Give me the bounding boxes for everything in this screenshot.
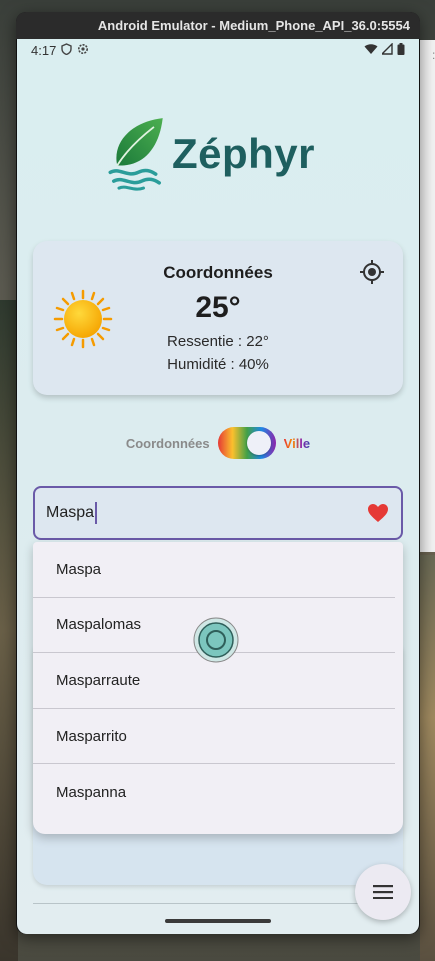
cell-signal-icon — [380, 41, 393, 58]
phone-screen: 4:17 Zéphyr Coordonnées 25° Ressentie: … — [17, 39, 419, 934]
divider — [33, 903, 403, 904]
toggle-knob — [246, 431, 271, 455]
menu-fab-button[interactable] — [355, 864, 411, 920]
touch-indicator-icon — [193, 617, 239, 663]
settings-gear-icon — [77, 43, 89, 57]
my-location-icon[interactable] — [359, 259, 385, 285]
app-name: Zéphyr — [171, 130, 315, 177]
favorite-heart-icon[interactable] — [367, 503, 389, 523]
weather-temperature: 25° — [195, 291, 241, 324]
leaf-wave-icon — [108, 118, 163, 191]
toggle-label-coordinates[interactable]: Coordonnées — [126, 436, 210, 451]
suggestions-dropdown: Maspa Maspalomas Masparraute Masparrito … — [33, 542, 403, 834]
emulator-window: Android Emulator - Medium_Phone_API_36.0… — [16, 12, 420, 934]
city-search-input[interactable]: Maspa — [33, 486, 403, 540]
suggestion-item[interactable]: Masparrito — [33, 709, 395, 765]
battery-icon — [397, 42, 405, 58]
wifi-icon — [364, 43, 378, 58]
weather-feels-like: Ressentie : 22° — [167, 333, 269, 350]
status-bar: 4:17 — [17, 39, 419, 61]
desktop-background-right — [420, 555, 435, 961]
gesture-nav-handle[interactable] — [165, 919, 271, 923]
text-cursor — [95, 502, 97, 524]
window-title: Android Emulator - Medium_Phone_API_36.0… — [97, 18, 410, 33]
menu-icon — [373, 885, 393, 899]
background-window: : — [420, 40, 435, 552]
suggestion-item[interactable]: Maspa — [33, 542, 395, 598]
search-input-value: Maspa — [46, 504, 95, 521]
weather-humidity: Humidité : 40% — [167, 356, 269, 373]
mode-toggle-row: Coordonnées Ville — [17, 427, 419, 459]
app-logo: Zéphyr — [105, 109, 315, 199]
toggle-label-city[interactable]: Ville — [284, 436, 311, 451]
weather-location-title: Coordonnées — [163, 263, 273, 282]
status-time: 4:17 — [31, 42, 57, 58]
emulator-titlebar[interactable]: Android Emulator - Medium_Phone_API_36.0… — [16, 12, 420, 39]
shield-icon — [61, 43, 73, 57]
mode-toggle-switch[interactable] — [217, 427, 276, 459]
weather-card: Coordonnées 25° Ressentie : 22° Humidité… — [33, 241, 403, 395]
suggestion-item[interactable]: Maspanna — [33, 764, 395, 820]
